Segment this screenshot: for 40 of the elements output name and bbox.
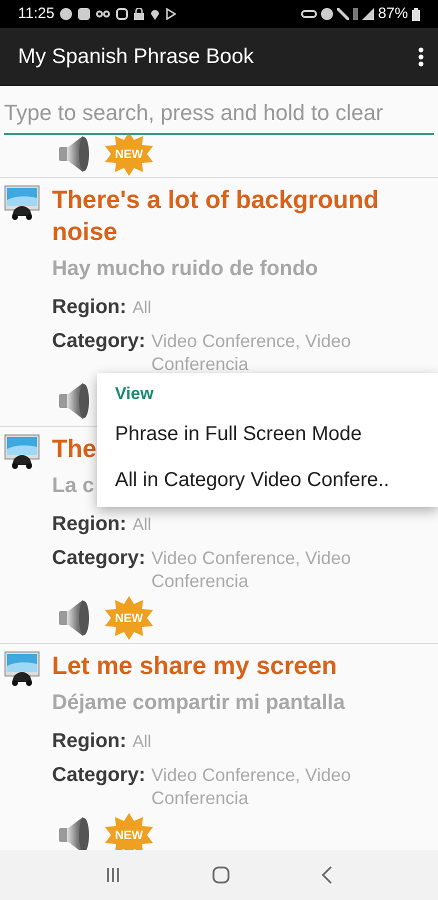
new-badge: NEW	[103, 813, 155, 850]
status-time: 11:25	[18, 4, 54, 24]
menu-item[interactable]: Phrase in Full Screen Mode	[97, 411, 438, 457]
spanish-phrase: Hay mucho ruido de fondo	[52, 256, 318, 282]
region-label: Region:	[52, 512, 126, 537]
new-badge: NEW	[103, 135, 155, 176]
recent-apps-icon[interactable]	[105, 867, 122, 883]
app-title: My Spanish Phrase Book	[18, 44, 254, 70]
monitor-icon	[4, 433, 40, 469]
region-value: All	[132, 514, 152, 536]
spanish-phrase: Déjame compartir mi pantalla	[52, 690, 345, 716]
region-value: All	[132, 731, 152, 753]
back-icon[interactable]	[320, 866, 333, 884]
spanish-phrase: La c	[52, 473, 94, 499]
english-phrase: Let me share my screen	[52, 651, 337, 682]
voicemail-icon	[96, 10, 110, 18]
search-field[interactable]: Type to search, press and hold to clear	[4, 96, 434, 135]
play-store-icon	[166, 8, 176, 20]
region-label: Region:	[52, 295, 126, 320]
lock-icon	[134, 8, 144, 20]
category-value: Video Conference, Video Conferencia	[151, 330, 352, 376]
battery-percent: 87%	[378, 4, 408, 24]
category-value: Video Conference, Video Conferencia	[151, 547, 352, 593]
battery-icon	[412, 8, 420, 20]
category-label: Category:	[52, 763, 146, 788]
region-label: Region:	[52, 729, 126, 754]
english-phrase: The	[52, 434, 96, 465]
category-label: Category:	[52, 329, 146, 354]
category-value: Video Conference, Video Conferencia	[151, 764, 352, 810]
home-icon[interactable]	[212, 866, 230, 884]
english-phrase: There's a lot of background noise	[52, 185, 380, 248]
monitor-icon	[4, 184, 40, 220]
signal-icon	[362, 8, 374, 20]
menu-item[interactable]: All in Category Video Confere..	[97, 457, 438, 503]
new-badge: NEW	[103, 596, 155, 640]
menu-header: View	[114, 383, 154, 406]
region-value: All	[132, 297, 152, 319]
monitor-icon	[4, 650, 40, 686]
category-label: Category:	[52, 546, 146, 571]
overflow-menu-icon[interactable]	[418, 47, 424, 67]
